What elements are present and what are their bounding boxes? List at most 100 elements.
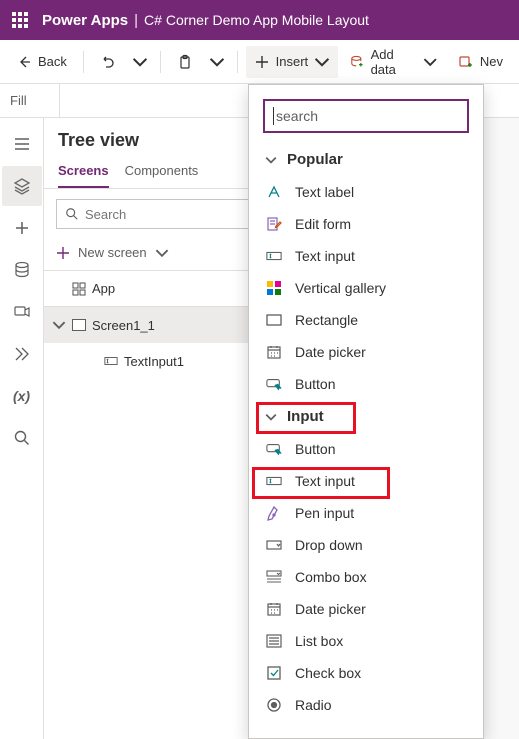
insert-item-input-text-input[interactable]: Text input [249, 465, 483, 497]
rail-power-automate[interactable] [2, 334, 42, 374]
insert-button[interactable]: Insert [246, 46, 339, 78]
item-label: Button [295, 376, 335, 392]
insert-item-check-box[interactable]: Check box [249, 657, 483, 689]
insert-category-input[interactable]: Input [249, 400, 483, 433]
pen-icon [266, 505, 282, 521]
rail-hamburger[interactable] [2, 124, 42, 164]
tree-view-title: Tree view [44, 118, 282, 157]
database-plus-icon [350, 54, 364, 70]
category-label: Popular [287, 151, 343, 168]
property-name: Fill [10, 93, 27, 108]
insert-item-edit-form[interactable]: Edit form [249, 208, 483, 240]
command-bar: Back Insert Add data Nev [0, 40, 519, 84]
paste-button[interactable] [169, 46, 201, 78]
item-label: Rectangle [295, 312, 358, 328]
product-name: Power Apps [42, 12, 128, 29]
item-label: Vertical gallery [295, 280, 386, 296]
radio-icon [266, 697, 282, 713]
item-label: Combo box [295, 569, 367, 585]
variable-icon: (x) [13, 388, 30, 404]
button-icon [266, 441, 282, 457]
waffle-icon[interactable] [12, 12, 28, 28]
item-label: Drop down [295, 537, 363, 553]
item-label: Text input [295, 248, 355, 264]
text-input-icon [266, 473, 282, 489]
app-header: Power Apps | C# Corner Demo App Mobile L… [0, 0, 519, 40]
item-label: Check box [295, 665, 361, 681]
separator [237, 51, 238, 73]
separator [83, 51, 84, 73]
add-data-button[interactable]: Add data [342, 46, 446, 78]
insert-item-input-button[interactable]: Button [249, 433, 483, 465]
new-screen-button[interactable]: Nev [450, 46, 511, 78]
tree-item-app[interactable]: App [44, 271, 282, 307]
undo-button[interactable] [92, 46, 124, 78]
insert-item-input-date-picker[interactable]: Date picker [249, 593, 483, 625]
separator [160, 51, 161, 73]
new-screen-label: New screen [78, 245, 147, 260]
flow-icon [13, 345, 31, 363]
insert-item-list-box[interactable]: List box [249, 625, 483, 657]
chevron-down-icon [423, 54, 437, 70]
insert-category-popular[interactable]: Popular [249, 143, 483, 176]
item-label: Text input [295, 473, 355, 489]
insert-item-text-label[interactable]: Text label [249, 176, 483, 208]
rail-search[interactable] [2, 418, 42, 458]
chevron-down-icon [265, 411, 277, 423]
insert-search-input[interactable] [276, 108, 459, 124]
rail-variables[interactable]: (x) [2, 376, 42, 416]
undo-dropdown[interactable] [128, 46, 152, 78]
insert-item-radio[interactable]: Radio [249, 689, 483, 721]
tree-item-textinput[interactable]: TextInput1 [44, 343, 282, 379]
item-label: List box [295, 633, 343, 649]
rail-data[interactable] [2, 250, 42, 290]
item-label: Pen input [295, 505, 354, 521]
paste-dropdown[interactable] [205, 46, 229, 78]
rail-tree-view[interactable] [2, 166, 42, 206]
insert-dropdown-panel: Popular Text label Edit form Text input … [248, 84, 484, 739]
insert-item-combo-box[interactable]: Combo box [249, 561, 483, 593]
tab-components[interactable]: Components [125, 157, 199, 188]
tree-search[interactable] [56, 199, 270, 229]
tree-item-screen[interactable]: Screen1_1 [44, 307, 282, 343]
chevron-down-icon [132, 54, 148, 70]
rail-insert[interactable] [2, 208, 42, 248]
database-icon [13, 261, 31, 279]
insert-item-vertical-gallery[interactable]: Vertical gallery [249, 272, 483, 304]
search-icon [65, 207, 79, 221]
tree-item-label: Screen1_1 [92, 318, 155, 333]
insert-search[interactable] [263, 99, 469, 133]
insert-item-pen-input[interactable]: Pen input [249, 497, 483, 529]
gallery-icon [266, 280, 282, 296]
insert-item-date-picker[interactable]: Date picker [249, 336, 483, 368]
tree-search-input[interactable] [85, 207, 261, 222]
rectangle-icon [266, 312, 282, 328]
back-label: Back [38, 54, 67, 69]
tab-screens[interactable]: Screens [58, 157, 109, 188]
calendar-icon [266, 344, 282, 360]
new-screen-button[interactable]: New screen [44, 239, 282, 270]
text-label-icon [266, 184, 282, 200]
header-title: Power Apps | C# Corner Demo App Mobile L… [42, 12, 369, 29]
search-icon [13, 429, 31, 447]
media-icon [13, 303, 31, 321]
insert-item-button[interactable]: Button [249, 368, 483, 400]
add-data-label: Add data [371, 47, 418, 77]
tree-item-label: TextInput1 [124, 354, 184, 369]
app-grid-icon [72, 282, 86, 296]
property-selector[interactable]: Fill [0, 84, 60, 117]
insert-item-rectangle[interactable]: Rectangle [249, 304, 483, 336]
listbox-icon [266, 633, 282, 649]
back-button[interactable]: Back [8, 46, 75, 78]
item-label: Edit form [295, 216, 351, 232]
edit-form-icon [266, 216, 282, 232]
layers-icon [13, 177, 31, 195]
undo-icon [100, 54, 116, 70]
chevron-down-icon [209, 54, 225, 70]
text-input-icon [266, 248, 282, 264]
insert-item-drop-down[interactable]: Drop down [249, 529, 483, 561]
insert-item-text-input[interactable]: Text input [249, 240, 483, 272]
calendar-icon [266, 601, 282, 617]
item-label: Radio [295, 697, 332, 713]
rail-media[interactable] [2, 292, 42, 332]
